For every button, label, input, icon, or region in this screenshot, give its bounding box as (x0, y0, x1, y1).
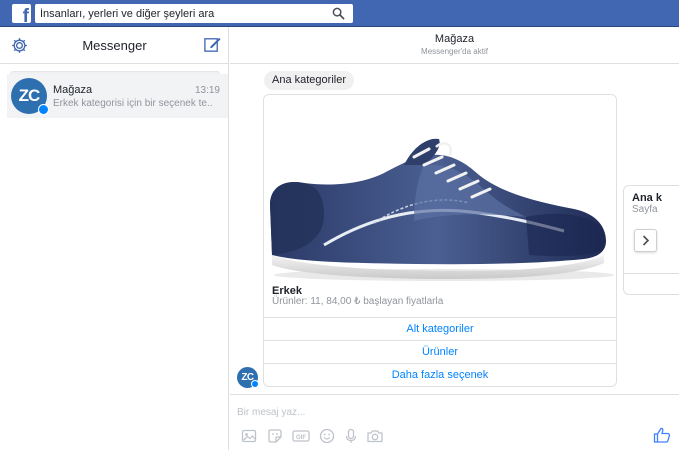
next-card-title: Ana k (632, 192, 662, 204)
global-search[interactable] (35, 4, 353, 24)
compose-icon[interactable] (203, 35, 222, 54)
camera-icon[interactable] (366, 428, 384, 444)
top-bar: f (0, 0, 679, 27)
messenger-badge-icon (251, 380, 259, 388)
emoji-icon[interactable] (319, 428, 335, 444)
conversation-item[interactable]: ZC Mağaza 13:19 Erkek kategorisi için bi… (7, 74, 228, 118)
sticker-icon[interactable] (267, 428, 283, 444)
subcategories-button[interactable]: Alt kategoriler (264, 317, 616, 340)
chevron-right-icon (642, 235, 650, 246)
shoe-product-image[interactable] (264, 95, 616, 282)
gif-icon[interactable]: GIF (292, 428, 310, 444)
divider (624, 273, 679, 274)
conversation-snippet: Erkek kategorisi için bir seçenek te... (53, 98, 213, 109)
product-card: Erkek Ürünler: 11, 84,00 ₺ başlayan fiya… (263, 94, 617, 387)
svg-text:GIF: GIF (296, 435, 306, 441)
chat-title: Mağaza (434, 33, 475, 45)
sidebar-header: Messenger (0, 27, 229, 64)
global-search-input[interactable] (35, 4, 325, 24)
products-button[interactable]: Ürünler (264, 340, 616, 363)
message-composer: GIF (230, 394, 679, 450)
carousel-next-button[interactable] (634, 229, 657, 252)
thumbs-up-icon[interactable] (653, 426, 671, 444)
card-subtitle: Ürünler: 11, 84,00 ₺ başlayan fiyatlarla (272, 296, 444, 307)
conversation-name: Mağaza (53, 84, 93, 96)
more-options-button[interactable]: Daha fazla seçenek (264, 363, 616, 386)
message-bubble: Ana kategoriler (264, 71, 354, 90)
message-input[interactable] (237, 404, 637, 420)
microphone-icon[interactable] (343, 428, 359, 444)
conversation-time: 13:19 (194, 85, 220, 96)
photo-icon[interactable] (241, 428, 257, 444)
chat-status: Messenger'da aktif (421, 47, 488, 56)
chat-header: Mağaza Messenger'da aktif (230, 27, 679, 64)
search-icon[interactable] (332, 7, 345, 20)
messenger-badge-icon (38, 104, 49, 115)
next-card-subtitle: Sayfa (632, 204, 658, 215)
sidebar-title: Messenger (82, 38, 147, 53)
facebook-logo-icon[interactable]: f (12, 4, 31, 23)
